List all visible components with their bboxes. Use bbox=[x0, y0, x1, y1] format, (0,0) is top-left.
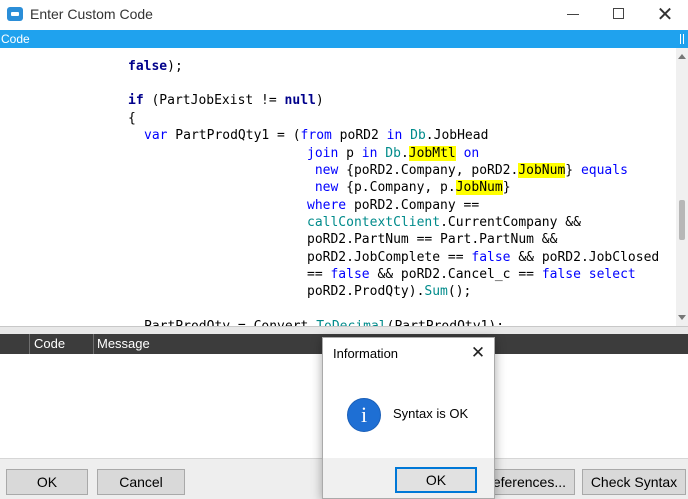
code-line[interactable]: where poRD2.Company == bbox=[307, 197, 479, 214]
code-token: false bbox=[541, 267, 581, 282]
code-line[interactable]: poRD2.ProdQty).Sum(); bbox=[307, 283, 471, 300]
code-line[interactable]: new {p.Company, p.JobNum} bbox=[307, 179, 511, 196]
title-bar: Enter Custom Code ✕ bbox=[0, 0, 688, 30]
highlighted-token: JobMtl bbox=[408, 146, 456, 161]
code-token: ToDecimal bbox=[316, 319, 386, 326]
vertical-scrollbar[interactable] bbox=[676, 48, 688, 326]
code-panel-title: Code bbox=[1, 32, 30, 46]
code-token: poRD2.Company == bbox=[346, 198, 480, 213]
grid-corner bbox=[0, 334, 30, 354]
code-token: { bbox=[128, 111, 136, 126]
code-token: (PartJobExist != bbox=[143, 93, 285, 108]
ok-button[interactable]: OK bbox=[6, 469, 88, 495]
code-token: equals bbox=[580, 163, 628, 178]
maximize-icon bbox=[613, 8, 624, 19]
code-token: callContextClient bbox=[307, 215, 441, 230]
app-icon bbox=[7, 7, 23, 21]
minimize-icon bbox=[567, 14, 579, 15]
code-token: ) bbox=[315, 93, 324, 108]
pin-icon[interactable] bbox=[680, 34, 684, 44]
highlighted-token: JobNum bbox=[455, 180, 503, 195]
code-token: from bbox=[300, 128, 332, 143]
information-dialog: Information ✕ i Syntax is OK OK bbox=[322, 337, 495, 499]
code-token: Sum bbox=[424, 284, 448, 299]
code-token: && poRD2.Cancel_c == bbox=[369, 267, 542, 282]
code-token: .JobHead bbox=[425, 128, 489, 143]
dialog-title: Information bbox=[333, 346, 399, 361]
code-token: (); bbox=[447, 284, 472, 299]
close-icon: ✕ bbox=[470, 343, 486, 363]
code-panel-header: Code bbox=[0, 30, 688, 48]
dialog-message: Syntax is OK bbox=[393, 406, 469, 421]
code-token: poRD2.JobComplete == bbox=[307, 250, 472, 265]
code-token: ); bbox=[167, 59, 183, 74]
info-icon: i bbox=[347, 398, 381, 432]
code-token: {poRD2.Company, poRD2. bbox=[338, 163, 519, 178]
code-token: in bbox=[386, 128, 403, 143]
highlighted-token: JobNum bbox=[518, 163, 566, 178]
code-line[interactable]: join p in Db.JobMtl on bbox=[307, 145, 479, 162]
code-token: poRD2.PartNum == Part.PartNum && bbox=[307, 232, 558, 247]
code-token: false bbox=[330, 267, 370, 282]
code-line[interactable]: new {poRD2.Company, poRD2.JobNum} equals bbox=[307, 162, 628, 179]
code-token: new bbox=[314, 180, 339, 195]
code-line[interactable]: PartProdQty = Convert.ToDecimal(PartProd… bbox=[144, 318, 504, 326]
code-token: Db bbox=[385, 146, 401, 161]
code-token: p bbox=[338, 146, 362, 161]
code-line[interactable]: poRD2.JobComplete == false && poRD2.JobC… bbox=[307, 249, 659, 266]
dialog-close-button[interactable]: ✕ bbox=[468, 343, 488, 363]
code-line[interactable]: poRD2.PartNum == Part.PartNum && bbox=[307, 231, 557, 248]
code-token: select bbox=[588, 267, 636, 282]
splitter[interactable] bbox=[0, 326, 688, 334]
code-token: (PartProdQty1); bbox=[387, 319, 504, 326]
code-token: null bbox=[284, 93, 316, 108]
code-token: PartProdQty = Convert. bbox=[144, 319, 316, 326]
code-token: var bbox=[144, 128, 168, 143]
code-token: if bbox=[128, 93, 144, 108]
code-token: && poRD2.JobClosed bbox=[510, 250, 660, 265]
code-token: where bbox=[307, 198, 347, 213]
code-token: } bbox=[502, 180, 511, 195]
code-token: {p.Company, p. bbox=[338, 180, 456, 195]
code-token: join bbox=[307, 146, 339, 161]
dialog-ok-button[interactable]: OK bbox=[395, 467, 477, 493]
code-line[interactable]: == false && poRD2.Cancel_c == false sele… bbox=[307, 266, 636, 283]
close-button[interactable]: ✕ bbox=[642, 0, 688, 30]
scroll-up-icon[interactable] bbox=[678, 54, 686, 59]
window-title: Enter Custom Code bbox=[30, 6, 153, 22]
column-header-code[interactable]: Code bbox=[30, 334, 94, 354]
code-token: == bbox=[307, 267, 331, 282]
code-editor[interactable]: false); if (PartJobExist != null) { var Par… bbox=[0, 48, 688, 326]
scroll-thumb[interactable] bbox=[679, 200, 685, 240]
maximize-button[interactable] bbox=[596, 0, 642, 30]
check-syntax-button[interactable]: Check Syntax bbox=[582, 469, 686, 495]
code-token: in bbox=[361, 146, 378, 161]
code-token: . bbox=[400, 146, 409, 161]
code-token: false bbox=[128, 59, 168, 74]
minimize-button[interactable] bbox=[550, 0, 596, 30]
code-token: .CurrentCompany && bbox=[440, 215, 581, 230]
code-token: Db bbox=[410, 128, 426, 143]
code-token: poRD2 bbox=[331, 128, 387, 143]
code-token: on bbox=[463, 146, 480, 161]
code-line[interactable]: false); bbox=[128, 58, 183, 75]
code-token: poRD2.ProdQty). bbox=[307, 284, 425, 299]
code-line[interactable]: { bbox=[128, 110, 136, 127]
code-line[interactable]: var PartProdQty1 = (from poRD2 in Db.Job… bbox=[144, 127, 488, 144]
scroll-down-icon[interactable] bbox=[678, 315, 686, 320]
close-icon: ✕ bbox=[656, 2, 674, 26]
code-line[interactable]: callContextClient.CurrentCompany && bbox=[307, 214, 581, 231]
cancel-button[interactable]: Cancel bbox=[97, 469, 185, 495]
code-token: PartProdQty1 = ( bbox=[167, 128, 301, 143]
code-line[interactable]: if (PartJobExist != null) bbox=[128, 92, 324, 109]
code-token: false bbox=[471, 250, 511, 265]
code-token: } bbox=[565, 163, 581, 178]
code-token: new bbox=[314, 163, 339, 178]
